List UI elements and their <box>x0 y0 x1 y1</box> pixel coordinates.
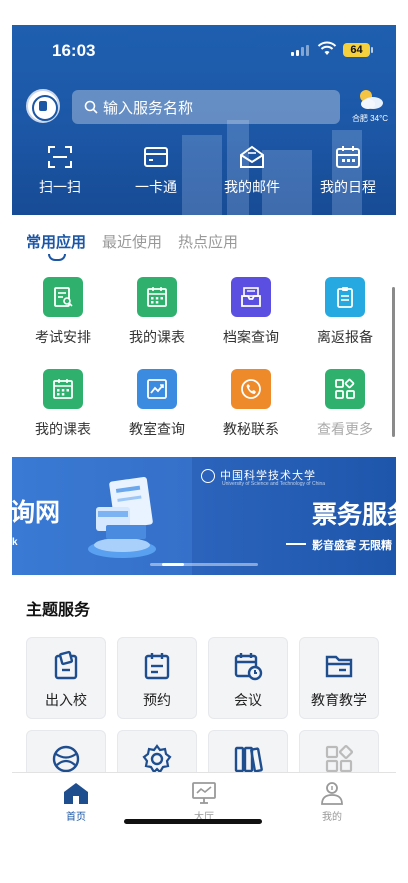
quick-action-schedule[interactable]: 我的日程 <box>300 145 396 197</box>
weather-city: 合肥 <box>351 114 368 123</box>
banner-dash <box>286 543 306 545</box>
quick-actions: 扫一扫 一卡通 我的邮件 我的日程 <box>12 145 396 197</box>
phone-icon <box>231 369 271 409</box>
ticket-illustration-icon <box>88 476 156 558</box>
calendar-icon <box>336 146 360 168</box>
tab-recent-apps[interactable]: 最近使用 <box>102 231 162 252</box>
quick-action-label: 我的日程 <box>320 179 376 195</box>
card-icon <box>144 147 168 167</box>
theme-label: 预约 <box>143 692 171 708</box>
theme-campus-access[interactable]: 出入校 <box>26 637 106 719</box>
quick-action-label: 一卡通 <box>135 179 177 195</box>
globe-icon <box>52 745 80 773</box>
status-time: 16:03 <box>52 41 96 60</box>
wifi-icon <box>317 41 337 55</box>
app-label: 教秘联系 <box>223 421 279 437</box>
app-classroom-query[interactable]: 教室查询 <box>110 369 204 439</box>
tab-hot-apps[interactable]: 热点应用 <box>178 231 238 252</box>
scan-icon <box>48 146 72 168</box>
more-apps-icon <box>325 369 365 409</box>
reservation-icon <box>144 653 170 680</box>
app-exam-schedule[interactable]: 考试安排 <box>16 277 110 347</box>
theme-label: 出入校 <box>45 692 87 708</box>
app-leave-return-report[interactable]: 离返报备 <box>298 277 392 347</box>
hall-icon <box>192 782 216 804</box>
exam-icon <box>43 277 83 317</box>
quick-action-card[interactable]: 一卡通 <box>108 145 204 197</box>
university-seal-icon <box>201 469 215 483</box>
app-category-tabs: 常用应用 最近使用 热点应用 <box>26 231 238 261</box>
settings-icon <box>142 744 172 774</box>
quick-action-scan[interactable]: 扫一扫 <box>12 145 108 197</box>
app-grid: 考试安排 我的课表 档案查询 离返报备 我的课表 教室查询 教秘联系 查看更多 <box>12 277 396 439</box>
campus-access-icon <box>54 650 78 680</box>
weather-widget[interactable]: 合肥 34°C <box>348 87 392 124</box>
app-view-more[interactable]: 查看更多 <box>298 369 392 439</box>
banner-right-sub: 影音盛宴 无限精 <box>312 540 393 552</box>
tab-home[interactable]: 首页 <box>46 781 106 825</box>
tab-label: 首页 <box>66 812 86 823</box>
tab-profile[interactable]: 我的 <box>302 781 362 825</box>
app-screen: 16:03 64 输入服务名称 合肥 34°C 扫一扫 一卡通 我的邮件 我的日… <box>12 25 396 855</box>
app-label: 我的课表 <box>129 329 185 345</box>
theme-education[interactable]: 教育教学 <box>299 637 379 719</box>
clipboard-icon <box>325 277 365 317</box>
banner-left-sub: k <box>12 537 18 548</box>
bottom-tab-bar: 首页 大厅 我的 <box>12 772 396 855</box>
app-label: 我的课表 <box>35 421 91 437</box>
tab-label: 我的 <box>322 812 342 823</box>
home-indicator[interactable] <box>124 819 262 824</box>
university-logo <box>26 89 60 123</box>
app-label: 考试安排 <box>35 329 91 345</box>
chart-trend-icon <box>137 369 177 409</box>
cellular-signal-icon <box>291 45 309 56</box>
tab-common-apps[interactable]: 常用应用 <box>26 231 86 261</box>
home-icon <box>64 783 88 804</box>
carousel-indicator <box>150 563 258 566</box>
mail-icon <box>240 145 264 168</box>
search-input[interactable]: 输入服务名称 <box>72 90 340 124</box>
banner-right-title: 票务服务 <box>312 501 396 529</box>
quick-action-label: 扫一扫 <box>39 179 81 195</box>
scrollbar[interactable] <box>392 287 395 437</box>
banner-left-title: 询网 <box>12 499 61 527</box>
grid-more-icon <box>325 744 354 773</box>
quick-action-mail[interactable]: 我的邮件 <box>204 145 300 197</box>
banner-university-en: University of Science and Technology of … <box>222 481 326 487</box>
timetable-icon <box>43 369 83 409</box>
app-label: 教室查询 <box>129 421 185 437</box>
section-title: 主题服务 <box>26 602 91 619</box>
header: 16:03 64 输入服务名称 合肥 34°C 扫一扫 一卡通 我的邮件 我的日… <box>12 25 396 215</box>
meeting-icon <box>234 653 263 681</box>
books-icon <box>234 746 263 773</box>
quick-action-label: 我的邮件 <box>224 179 280 195</box>
app-my-timetable-2[interactable]: 我的课表 <box>16 369 110 439</box>
status-bar: 16:03 64 <box>12 25 396 75</box>
folder-icon <box>325 655 353 678</box>
promo-banner-carousel[interactable]: 询网 k 中国科学技术大学 University of Science and … <box>12 457 396 575</box>
search-placeholder: 输入服务名称 <box>103 99 194 117</box>
app-label: 查看更多 <box>317 421 373 437</box>
partly-cloudy-icon <box>360 90 383 109</box>
archive-icon <box>231 277 271 317</box>
timetable-icon <box>137 277 177 317</box>
theme-reservation[interactable]: 预约 <box>117 637 197 719</box>
theme-label: 会议 <box>234 692 262 708</box>
app-label: 档案查询 <box>223 329 279 345</box>
profile-icon <box>321 782 343 805</box>
battery-icon: 64 <box>343 43 373 57</box>
theme-meeting[interactable]: 会议 <box>208 637 288 719</box>
app-label: 离返报备 <box>317 329 373 345</box>
search-icon <box>84 100 98 114</box>
app-my-timetable[interactable]: 我的课表 <box>110 277 204 347</box>
weather-temp: 34°C <box>370 114 389 123</box>
app-secretary-contact[interactable]: 教秘联系 <box>204 369 298 439</box>
theme-label: 教育教学 <box>311 692 367 708</box>
app-archive-query[interactable]: 档案查询 <box>204 277 298 347</box>
